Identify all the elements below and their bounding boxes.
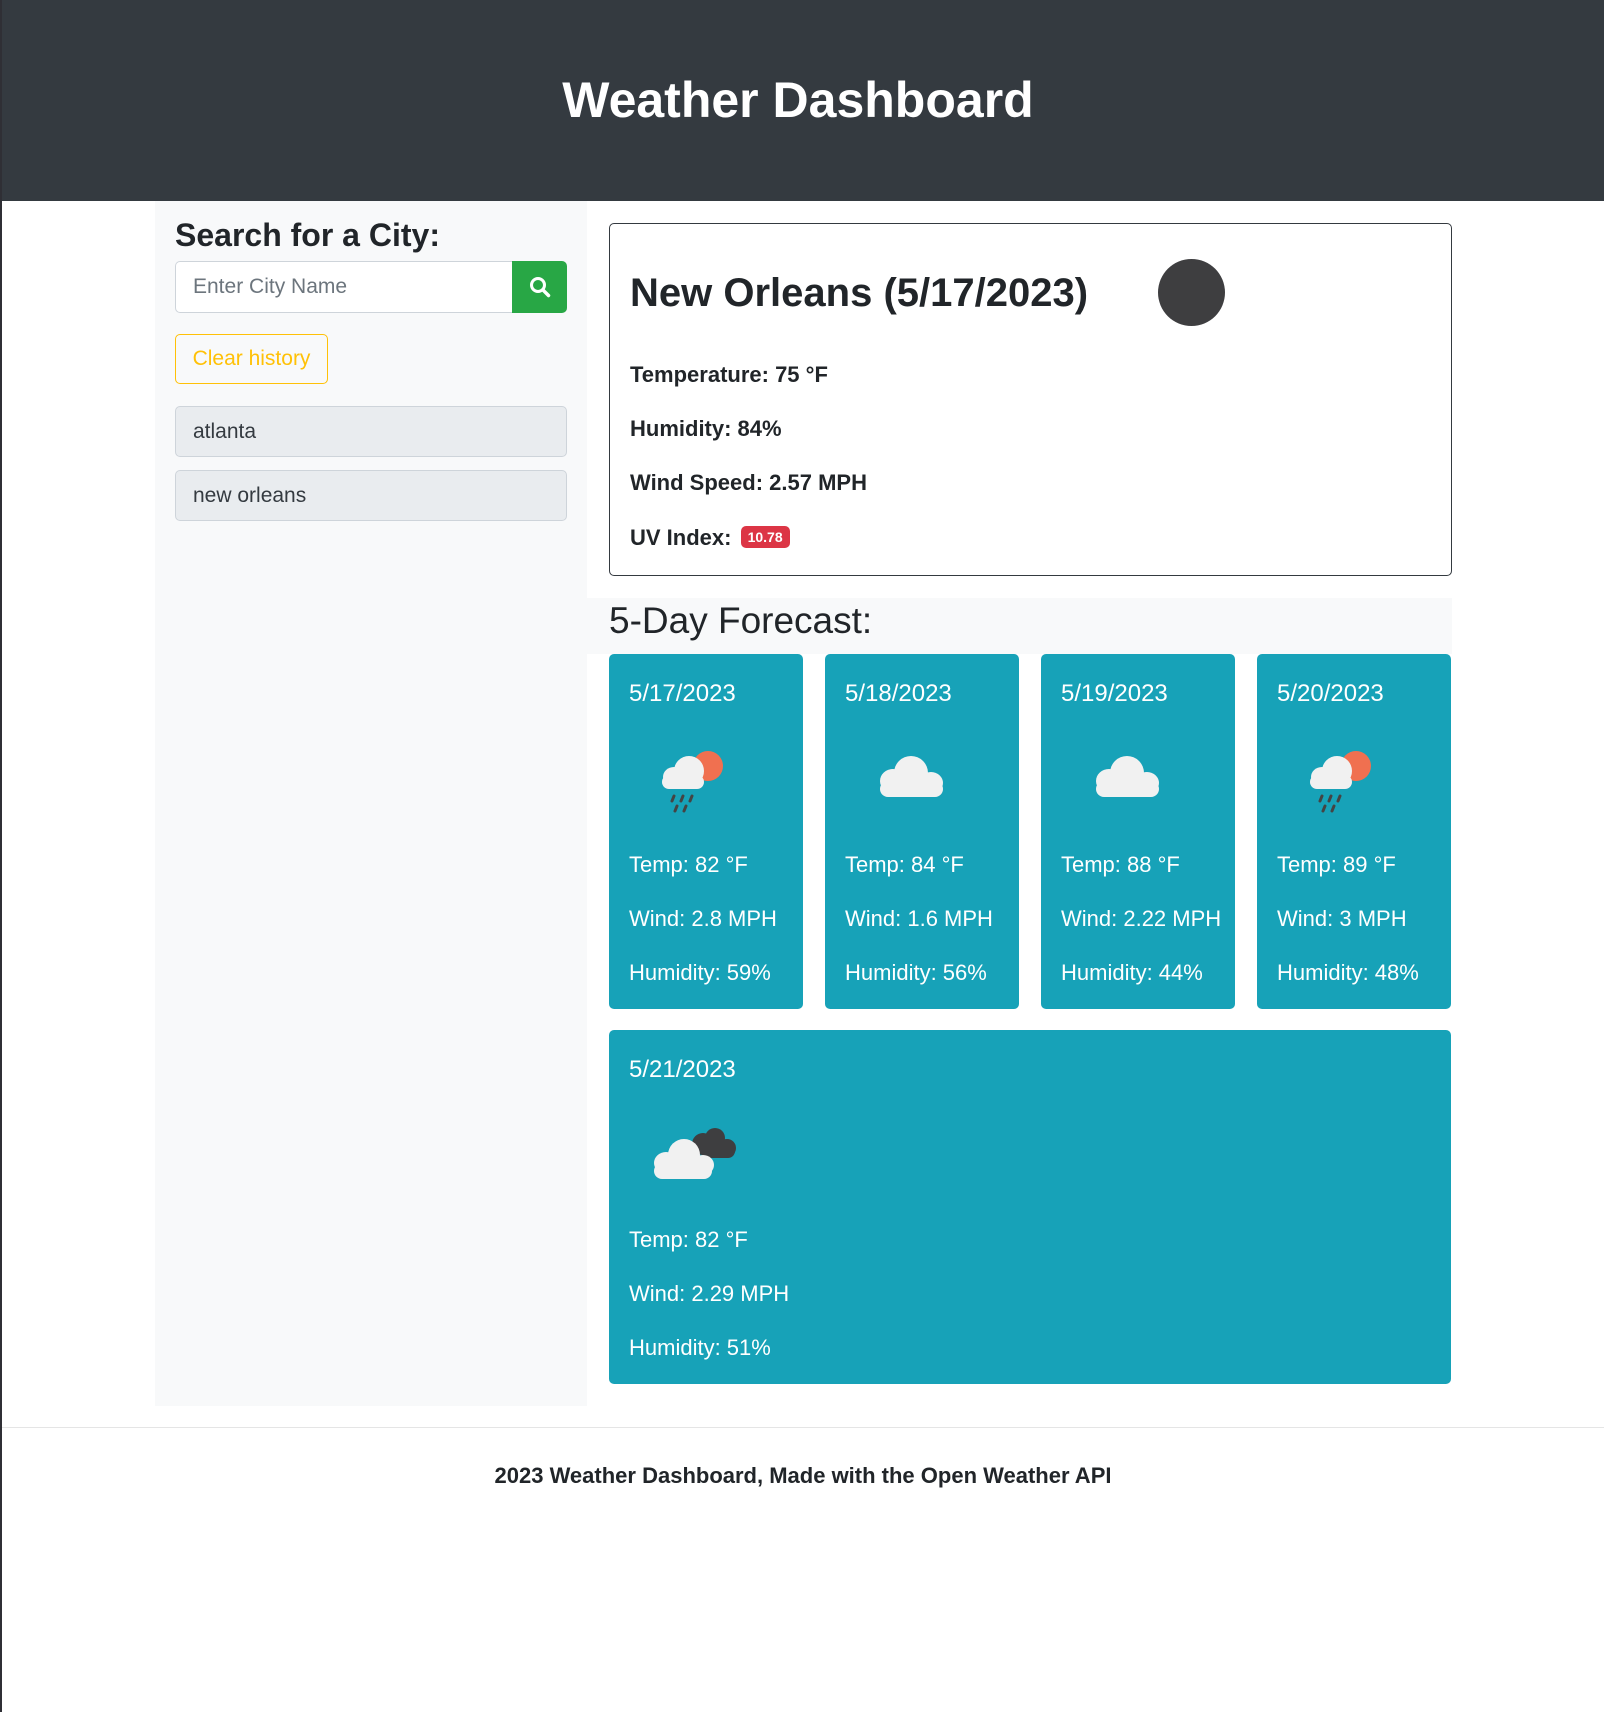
forecast-temp: Temp: 84 °F: [845, 852, 964, 877]
current-city-title: New Orleans (5/17/2023): [630, 271, 1089, 315]
forecast-humidity: Humidity: 44%: [1061, 960, 1203, 985]
cloud-icon: [880, 756, 943, 797]
forecast-wind: Wind: 2.22 MPH: [1061, 906, 1222, 931]
forecast-humidity: Humidity: 56%: [845, 960, 987, 985]
search-heading: Search for a City:: [175, 217, 440, 253]
current-humidity: Humidity: 84%: [630, 416, 782, 441]
history-item-atlanta[interactable]: atlanta: [175, 406, 567, 457]
current-temperature: Temperature: 75 °F: [630, 362, 828, 387]
rain-sun-icon: [1310, 751, 1371, 813]
window-edge: [0, 0, 2, 1712]
forecast-wind: Wind: 2.29 MPH: [629, 1281, 790, 1306]
forecast-date: 5/20/2023: [1277, 680, 1384, 707]
forecast-wind: Wind: 1.6 MPH: [845, 906, 993, 931]
search-icon: [529, 277, 550, 298]
search-button[interactable]: [512, 261, 567, 313]
uv-index-badge: 10.78: [740, 526, 790, 548]
page-footer: 2023 Weather Dashboard, Made with the Op…: [494, 1463, 1112, 1488]
forecast-card: 5/19/2023 Temp: 88 °F Wind: 2.22 MPH Hum…: [1041, 654, 1235, 1009]
search-form: [175, 261, 567, 313]
current-weather-card: New Orleans (5/17/2023) Temperature: 75 …: [609, 223, 1452, 576]
forecast-date: 5/21/2023: [629, 1056, 736, 1083]
forecast-humidity: Humidity: 59%: [629, 960, 771, 985]
clear-history-button[interactable]: Clear history: [175, 334, 328, 384]
uv-index-label: UV Index:: [630, 525, 732, 550]
city-search-input[interactable]: [175, 261, 512, 313]
forecast-title: 5-Day Forecast:: [609, 600, 873, 641]
forecast-card: 5/17/2023 Temp: 82 °F Wind: 2.8 MPH Humi…: [609, 654, 803, 1009]
search-sidebar: Search for a City: Clear history atlanta…: [155, 201, 587, 1406]
broken-clouds-icon: [654, 1128, 736, 1179]
current-wind-speed: Wind Speed: 2.57 MPH: [630, 470, 867, 495]
forecast-card: 5/18/2023 Temp: 84 °F Wind: 1.6 MPH Humi…: [825, 654, 1019, 1009]
forecast-humidity: Humidity: 48%: [1277, 960, 1419, 985]
history-item-new-orleans[interactable]: new orleans: [175, 470, 567, 521]
cloud-icon: [1096, 756, 1159, 797]
current-weather-icon: [1158, 259, 1225, 326]
forecast-date: 5/17/2023: [629, 680, 736, 707]
forecast-card: 5/20/2023 Temp: 89 °F Wind: 3 MPH Humidi…: [1257, 654, 1451, 1009]
forecast-temp: Temp: 89 °F: [1277, 852, 1396, 877]
forecast-wind: Wind: 2.8 MPH: [629, 906, 777, 931]
forecast-wind: Wind: 3 MPH: [1277, 906, 1407, 931]
page-title: Weather Dashboard: [562, 71, 1034, 128]
page-header: Weather Dashboard: [2, 0, 1604, 201]
forecast-date: 5/18/2023: [845, 680, 952, 707]
rain-sun-icon: [662, 751, 723, 813]
forecast-card: 5/21/2023 Temp: 82 °F Wind: 2.29 MPH Hum…: [609, 1030, 1451, 1384]
forecast-temp: Temp: 82 °F: [629, 1227, 748, 1252]
footer-divider: [2, 1427, 1604, 1428]
forecast-temp: Temp: 82 °F: [629, 852, 748, 877]
forecast-date: 5/19/2023: [1061, 680, 1168, 707]
current-uv-index: UV Index: 10.78: [630, 525, 790, 551]
forecast-humidity: Humidity: 51%: [629, 1335, 771, 1360]
forecast-temp: Temp: 88 °F: [1061, 852, 1180, 877]
